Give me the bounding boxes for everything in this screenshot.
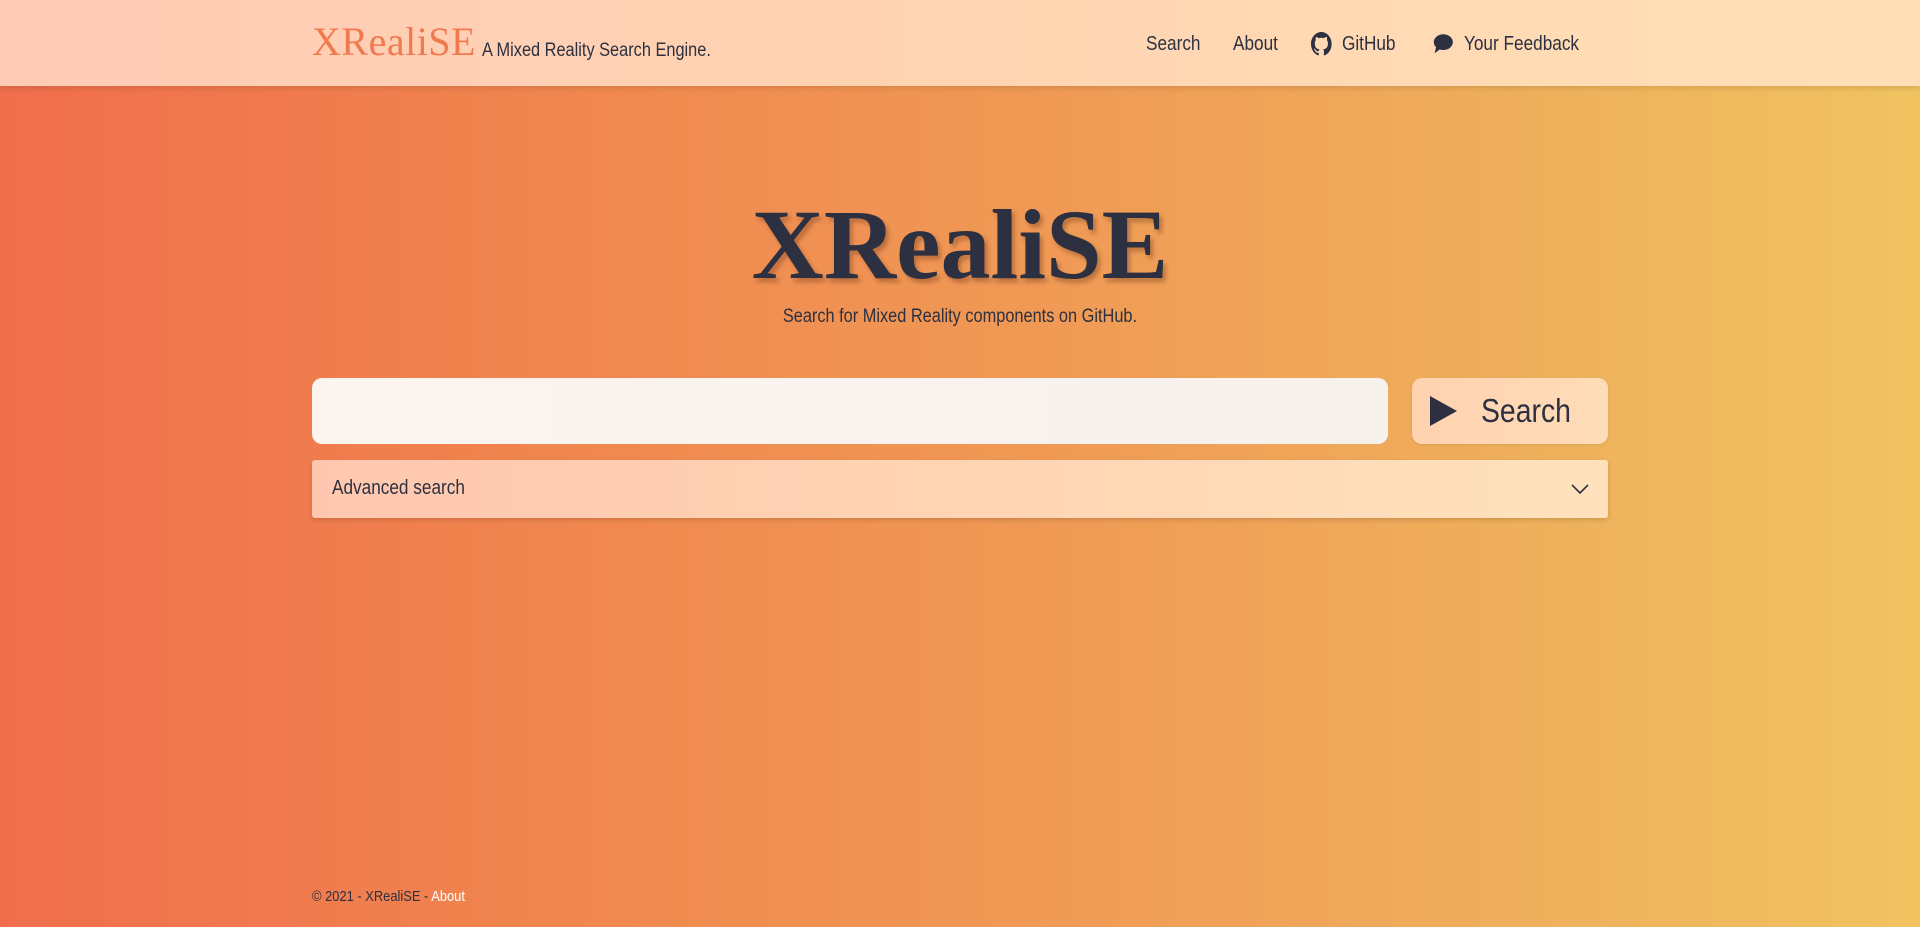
advanced-search-toggle[interactable]: Advanced search xyxy=(312,460,1608,518)
nav-search-link[interactable]: Search xyxy=(1146,31,1201,57)
nav-github-link[interactable]: GitHub xyxy=(1311,31,1395,57)
brand-tagline: A Mixed Reality Search Engine. xyxy=(482,40,711,61)
hero-subtitle: Search for Mixed Reality components on G… xyxy=(0,306,1920,328)
footer-copyright: © 2021 - XRealiSE - xyxy=(312,888,432,905)
play-icon xyxy=(1430,396,1457,426)
footer-about-link[interactable]: About xyxy=(431,888,465,905)
github-icon xyxy=(1311,32,1332,56)
search-button[interactable]: Search xyxy=(1412,378,1608,444)
nav-about-label: About xyxy=(1233,32,1278,55)
search-input[interactable] xyxy=(312,378,1388,444)
nav-feedback-label: Your Feedback xyxy=(1463,32,1580,55)
nav-search-label: Search xyxy=(1146,32,1201,55)
nav-about-link[interactable]: About xyxy=(1233,31,1278,57)
footer: © 2021 - XRealiSE - About xyxy=(312,888,465,905)
brand-logo[interactable]: XRealiSE xyxy=(312,18,476,65)
nav-github-label: GitHub xyxy=(1341,32,1396,55)
comment-icon xyxy=(1433,32,1454,56)
search-button-label: Search xyxy=(1481,392,1571,429)
advanced-search-label: Advanced search xyxy=(332,477,465,499)
chevron-down-icon xyxy=(1570,479,1590,499)
hero-title: XRealiSE xyxy=(751,189,1169,300)
hero-subtitle-text: Search for Mixed Reality components on G… xyxy=(782,306,1138,327)
nav-feedback-link[interactable]: Your Feedback xyxy=(1433,31,1579,57)
navbar: XRealiSE A Mixed Reality Search Engine. … xyxy=(0,0,1920,86)
